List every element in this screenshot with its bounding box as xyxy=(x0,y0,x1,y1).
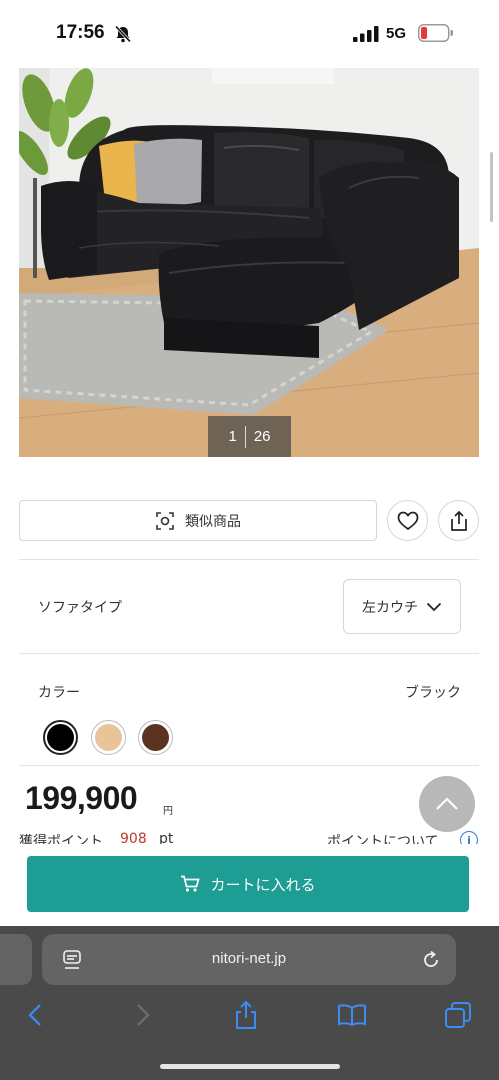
favorite-button[interactable] xyxy=(387,500,428,541)
sofa-type-value: 左カウチ xyxy=(362,599,418,616)
image-counter: 1 26 xyxy=(208,416,291,457)
address-url: nitori-net.jp xyxy=(211,950,287,967)
product-image[interactable] xyxy=(19,68,479,457)
previous-tab-address-bar[interactable] xyxy=(0,934,32,985)
info-icon[interactable]: i xyxy=(460,831,478,844)
points-unit: pt xyxy=(159,831,174,844)
points-label: 獲得ポイント xyxy=(19,834,103,844)
sofa-type-label: ソファタイプ xyxy=(38,600,122,616)
points-row: 獲得ポイント 908 pt ポイントについて i xyxy=(0,828,499,844)
divider xyxy=(19,653,479,654)
network-label: 5G xyxy=(386,25,407,42)
image-counter-current: 1 xyxy=(228,428,237,445)
signal-icon xyxy=(353,26,379,42)
sofa-type-select[interactable]: 左カウチ xyxy=(343,579,461,634)
color-swatch-beige[interactable] xyxy=(91,720,126,755)
price-value: 199,900 xyxy=(25,780,138,816)
status-time: 17:56 xyxy=(56,22,105,43)
color-selected-name: ブラック xyxy=(405,685,461,701)
home-indicator xyxy=(160,1064,340,1069)
price-unit: 円 xyxy=(163,806,173,817)
scroll-to-top-button[interactable] xyxy=(419,776,475,832)
bell-slash-icon xyxy=(114,25,132,43)
divider xyxy=(19,765,479,766)
color-swatch-fill xyxy=(47,724,74,751)
share-icon xyxy=(450,510,467,531)
camera-search-icon xyxy=(156,511,174,530)
chevron-down-icon xyxy=(426,602,442,611)
tabs-icon[interactable] xyxy=(443,1000,473,1030)
similar-items-button[interactable]: 類似商品 xyxy=(19,500,377,541)
back-icon[interactable] xyxy=(20,1000,50,1030)
color-swatch-fill xyxy=(142,724,169,751)
share-button[interactable] xyxy=(438,500,479,541)
color-swatch-black[interactable] xyxy=(43,720,78,755)
page-menu-icon[interactable] xyxy=(62,949,82,971)
color-label: カラー xyxy=(38,685,80,701)
color-swatch-brown[interactable] xyxy=(138,720,173,755)
points-value: 908 xyxy=(120,831,147,844)
add-to-cart-button[interactable]: カートに入れる xyxy=(27,856,469,912)
chevron-up-icon xyxy=(436,797,458,810)
reload-icon[interactable] xyxy=(420,949,442,971)
battery-low-icon xyxy=(418,24,453,42)
share-icon[interactable] xyxy=(231,1000,261,1030)
bookmarks-icon[interactable] xyxy=(337,1000,367,1030)
image-counter-total: 26 xyxy=(253,428,271,445)
sofa-photo xyxy=(19,68,479,457)
divider xyxy=(19,559,479,560)
page-scrollbar[interactable] xyxy=(490,152,493,222)
cart-icon xyxy=(181,875,201,892)
forward-icon[interactable] xyxy=(128,1000,158,1030)
address-bar[interactable]: nitori-net.jp xyxy=(42,934,456,985)
heart-icon xyxy=(397,511,418,530)
color-swatch-fill xyxy=(95,724,122,751)
similar-items-label: 類似商品 xyxy=(185,513,241,530)
points-about-link[interactable]: ポイントについて xyxy=(327,831,439,844)
add-to-cart-label: カートに入れる xyxy=(210,875,316,894)
image-counter-separator xyxy=(244,425,246,448)
status-bar: 17:56 5G xyxy=(0,0,499,66)
